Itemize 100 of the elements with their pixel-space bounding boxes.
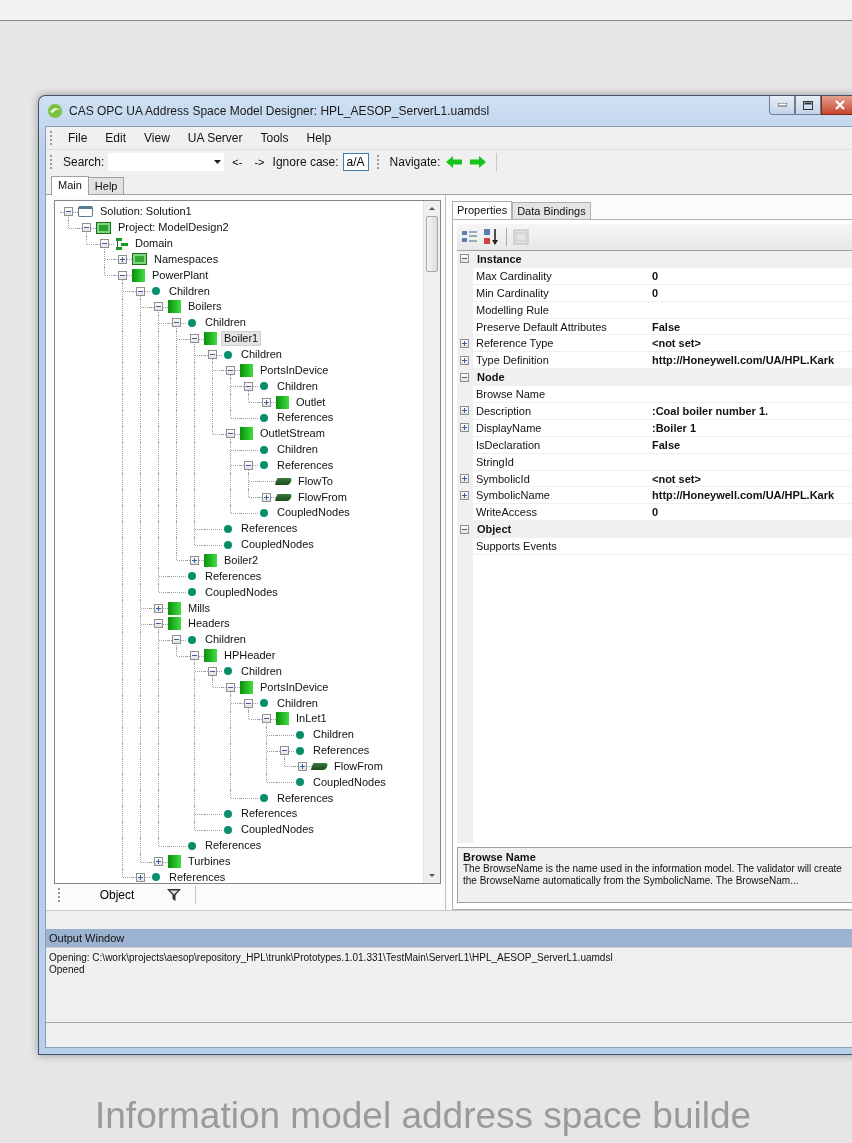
expand-toggle[interactable] (118, 270, 127, 280)
minimize-button[interactable] (769, 96, 795, 115)
tree-item[interactable]: Solution: Solution1 (97, 204, 195, 220)
expand-toggle[interactable] (154, 619, 163, 629)
tree-item[interactable]: HPHeader (221, 648, 279, 664)
maximize-button[interactable] (795, 96, 821, 115)
tree-item[interactable]: References (274, 457, 337, 473)
expand-toggle[interactable] (64, 207, 73, 217)
expand-toggle[interactable] (154, 603, 163, 613)
tree-item[interactable]: Children (202, 315, 249, 331)
collapse-toggle[interactable] (460, 254, 469, 264)
tree-item[interactable]: References (202, 838, 265, 854)
expand-toggle[interactable] (298, 761, 307, 771)
tree-item[interactable]: InLet1 (293, 711, 330, 727)
property-name[interactable]: IsDeclaration (476, 438, 541, 451)
tree-item[interactable]: CoupledNodes (238, 822, 317, 838)
property-name[interactable]: Description (476, 404, 532, 417)
tree-item[interactable]: FlowFrom (331, 758, 386, 774)
tree-item[interactable]: Domain (132, 236, 176, 252)
tree-item[interactable]: References (238, 521, 301, 537)
tree-item[interactable]: Children (238, 663, 285, 679)
categorized-icon[interactable] (461, 229, 479, 245)
tree-item[interactable]: FlowTo (295, 473, 336, 489)
expand-toggle[interactable] (190, 651, 199, 661)
tab[interactable]: Help (87, 177, 125, 194)
expand-toggle[interactable] (244, 460, 253, 470)
tree-item[interactable]: Headers (185, 616, 233, 632)
expand-toggle[interactable] (154, 857, 163, 866)
expand-toggle[interactable] (262, 397, 271, 407)
expand-toggle[interactable] (244, 698, 253, 708)
tree-item[interactable]: PowerPlant (149, 267, 212, 283)
property-name[interactable]: SymbolicName (476, 489, 550, 502)
expand-toggle[interactable] (190, 556, 199, 565)
expand-toggle[interactable] (262, 714, 271, 724)
tree-item[interactable]: Children (274, 378, 321, 394)
property-name[interactable]: Supports Events (476, 540, 557, 553)
expand-toggle[interactable] (244, 381, 253, 391)
forward-button[interactable]: -> (250, 154, 269, 170)
tree-item[interactable]: References (202, 568, 265, 584)
tree-item[interactable]: CoupledNodes (274, 505, 353, 521)
expand-toggle[interactable] (118, 254, 127, 264)
expand-toggle[interactable] (280, 746, 289, 756)
tree-item[interactable]: References (310, 743, 373, 759)
menu-item[interactable]: Tools (251, 131, 298, 145)
menu-item[interactable]: Help (297, 131, 341, 145)
expand-toggle[interactable] (190, 334, 199, 344)
property-name[interactable]: WriteAccess (476, 506, 537, 519)
tree-item[interactable]: Outlet (293, 394, 329, 410)
tree-item[interactable]: Children (202, 632, 249, 648)
tree-item[interactable]: Boiler2 (221, 553, 262, 568)
expand-toggle[interactable] (460, 423, 469, 433)
tree-item[interactable]: References (274, 410, 337, 426)
expand-toggle[interactable] (208, 350, 217, 359)
expand-toggle[interactable] (136, 872, 145, 882)
menu-item[interactable]: UA Server (178, 131, 252, 145)
expand-toggle[interactable] (136, 286, 145, 296)
expand-toggle[interactable] (154, 302, 163, 312)
expand-toggle[interactable] (460, 490, 469, 500)
ignore-case-button[interactable]: a/A (342, 153, 369, 171)
tree-item[interactable]: Children (166, 283, 213, 299)
menu-item[interactable]: File (59, 131, 97, 145)
expand-toggle[interactable] (208, 666, 217, 676)
tree-item[interactable]: PortsInDevice (257, 362, 332, 378)
sort-icon[interactable] (482, 228, 500, 246)
tab[interactable]: Properties (452, 201, 513, 219)
expand-toggle[interactable] (460, 355, 469, 365)
expand-toggle[interactable] (460, 406, 469, 416)
property-name[interactable]: DisplayName (476, 421, 542, 434)
tree-item[interactable]: CoupledNodes (202, 584, 281, 600)
close-button[interactable] (821, 96, 852, 115)
expand-toggle[interactable] (172, 635, 181, 645)
expand-toggle[interactable] (226, 365, 235, 375)
tree-item[interactable]: References (166, 869, 229, 885)
tree-item[interactable]: Children (274, 695, 321, 711)
property-name[interactable]: StringId (476, 455, 514, 468)
tree-item[interactable]: CoupledNodes (238, 537, 317, 553)
tree-item[interactable]: Children (274, 442, 321, 458)
tree-item[interactable]: CoupledNodes (310, 774, 389, 790)
property-name[interactable]: Type Definition (476, 354, 549, 367)
tree-item[interactable]: FlowFrom (295, 489, 350, 505)
expand-toggle[interactable] (172, 318, 181, 328)
tab[interactable]: Main (51, 176, 89, 195)
menu-item[interactable]: View (135, 131, 179, 145)
expand-toggle[interactable] (82, 223, 91, 233)
collapse-toggle[interactable] (460, 524, 469, 534)
scrollbar[interactable] (423, 201, 440, 883)
tree-item[interactable]: PortsInDevice (257, 679, 332, 695)
expand-toggle[interactable] (226, 682, 235, 692)
tree-item[interactable]: Children (310, 727, 357, 743)
property-name[interactable]: Browse Name (476, 388, 546, 401)
object-button[interactable]: Object (77, 887, 157, 903)
expand-toggle[interactable] (460, 474, 469, 483)
tree-item[interactable]: Mills (185, 600, 213, 616)
tree-item[interactable]: OutletStream (257, 426, 328, 442)
property-name[interactable]: Max Cardinality (476, 269, 552, 282)
collapse-toggle[interactable] (460, 372, 469, 382)
tree-item[interactable]: Turbines (185, 854, 234, 869)
property-name[interactable]: Modelling Rule (476, 303, 549, 316)
filter-icon[interactable] (167, 889, 181, 901)
expand-toggle[interactable] (262, 492, 271, 502)
